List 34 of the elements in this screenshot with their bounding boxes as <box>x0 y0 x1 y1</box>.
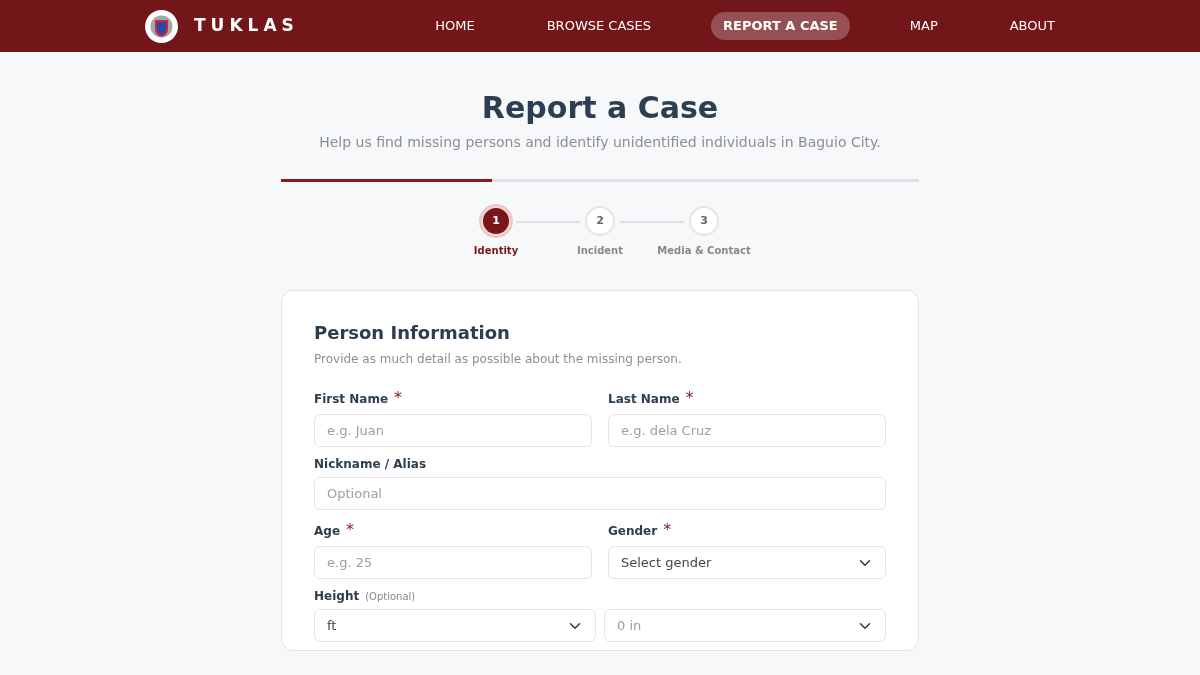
field-label: Age <box>314 523 340 540</box>
step-label: Identity <box>473 244 519 258</box>
required-mark: * <box>663 519 672 541</box>
nav-link[interactable]: REPORT A CASE <box>711 12 850 40</box>
required-mark: * <box>346 519 354 541</box>
select-field[interactable]: Select gender <box>608 546 886 579</box>
text-field[interactable]: Optional <box>314 477 886 510</box>
nav-link[interactable]: MAP <box>897 12 950 40</box>
field-note: (Optional) <box>365 590 416 604</box>
required-mark: * <box>685 387 694 409</box>
nav-link[interactable]: HOME <box>423 12 487 40</box>
field-label: Last Name <box>608 391 680 408</box>
step-circle[interactable]: 2 <box>585 206 615 236</box>
card-description: Provide as much detail as possible about the missing person. <box>314 351 683 368</box>
field-label: Height <box>314 588 360 605</box>
field-label: Gender <box>608 523 658 540</box>
step-label: Media & Contact <box>657 244 751 258</box>
field-label: Nickname / Alias <box>314 456 427 473</box>
step-circle[interactable]: 1 <box>481 206 511 236</box>
text-field[interactable]: e.g. 25 <box>314 546 592 579</box>
text-field[interactable]: e.g. dela Cruz <box>608 414 886 447</box>
required-mark: * <box>394 387 403 409</box>
brand-name[interactable]: TUKLAS <box>194 13 299 39</box>
page-subtitle: Help us find missing persons and identify unidentified individuals in Baguio City. <box>318 133 882 152</box>
page-title: Report a Case <box>480 90 720 126</box>
field-label: First Name <box>314 391 389 408</box>
logo-icon <box>145 9 178 43</box>
text-field[interactable]: e.g. Juan <box>314 414 592 447</box>
select-field[interactable]: ft <box>314 609 596 642</box>
step-circle[interactable]: 3 <box>689 206 719 236</box>
nav-link[interactable]: BROWSE CASES <box>534 12 664 40</box>
nav-link[interactable]: ABOUT <box>997 12 1067 40</box>
step-label: Incident <box>577 244 624 258</box>
card-title: Person Information <box>314 321 511 345</box>
